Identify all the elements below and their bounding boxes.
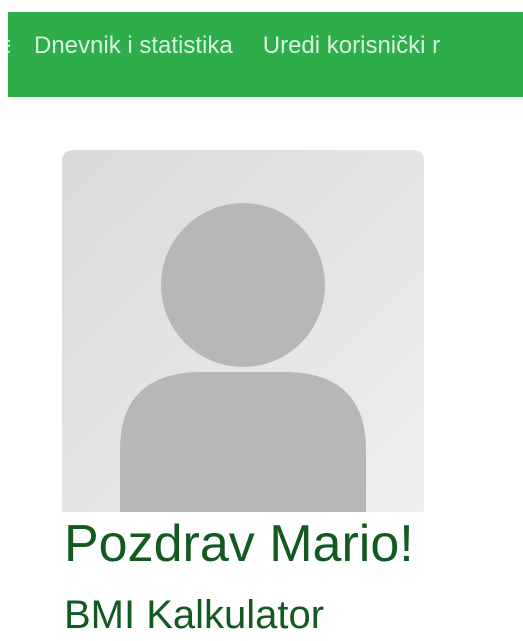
profile-avatar [62,150,424,512]
greeting-heading: Pozdrav Mario! [64,515,414,573]
nav-item-uredi-korisnicki-racun[interactable]: Uredi korisnički r [263,32,440,60]
nav-item-partial[interactable]: a [8,32,10,60]
bmi-calculator-heading: BMI Kalkulator [64,593,325,637]
nav-items: a Dnevnik i statistika Uredi korisnički … [8,12,440,80]
user-placeholder-icon [120,203,366,512]
top-navbar: a Dnevnik i statistika Uredi korisnički … [8,12,523,97]
nav-item-dnevnik-i-statistika[interactable]: Dnevnik i statistika [34,32,233,60]
